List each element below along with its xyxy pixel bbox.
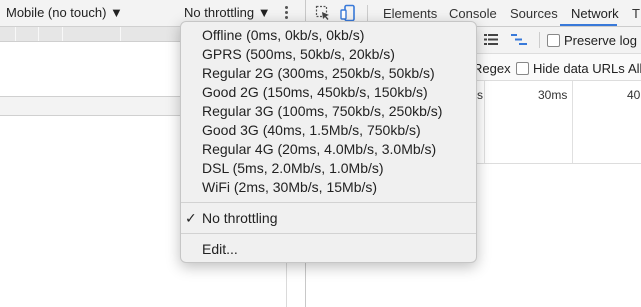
- tab-more[interactable]: T: [632, 6, 640, 21]
- tab-sources[interactable]: Sources: [510, 6, 558, 21]
- hide-data-urls-label: Hide data URLs: [533, 61, 625, 76]
- preserve-log-label: Preserve log: [564, 33, 637, 48]
- preserve-log-checkbox[interactable]: Preserve log: [547, 33, 637, 48]
- menu-item-good-3g[interactable]: Good 3G (40ms, 1.5Mb/s, 750kb/s): [181, 121, 476, 140]
- timeline-tick: 40: [627, 88, 641, 102]
- regex-label[interactable]: Regex: [473, 61, 511, 76]
- checkmark-icon: ✓: [185, 210, 197, 226]
- timeline-tick: 30ms: [538, 88, 568, 102]
- menu-item-good-2g[interactable]: Good 2G (150ms, 450kb/s, 150kb/s): [181, 83, 476, 102]
- menu-item-no-throttling[interactable]: ✓ No throttling: [181, 209, 476, 228]
- active-tab-indicator: [560, 24, 617, 26]
- device-select[interactable]: Mobile (no touch) ▼: [6, 5, 123, 20]
- menu-item-regular-4g[interactable]: Regular 4G (20ms, 4.0Mb/s, 3.0Mb/s): [181, 140, 476, 159]
- menu-item-wifi[interactable]: WiFi (2ms, 30Mb/s, 15Mb/s): [181, 178, 476, 197]
- device-toggle-icon[interactable]: [340, 4, 356, 22]
- menu-item-edit[interactable]: Edit...: [181, 240, 476, 259]
- tab-console[interactable]: Console: [449, 6, 497, 21]
- filter-all[interactable]: All: [628, 61, 641, 76]
- kebab-menu-icon[interactable]: [281, 4, 291, 22]
- inspect-element-icon[interactable]: [315, 5, 331, 21]
- menu-separator: [181, 202, 476, 203]
- menu-item-offline[interactable]: Offline (0ms, 0kb/s, 0kb/s): [181, 26, 476, 45]
- tab-separator: [367, 5, 368, 21]
- toolbar-separator: [539, 32, 540, 48]
- tab-network[interactable]: Network: [571, 6, 619, 21]
- hide-data-urls-checkbox[interactable]: Hide data URLs: [516, 61, 625, 76]
- menu-separator: [181, 233, 476, 234]
- preserve-log-box[interactable]: [547, 34, 560, 47]
- throttling-dropdown-menu: Offline (0ms, 0kb/s, 0kb/s) GPRS (500ms,…: [180, 21, 477, 263]
- tab-elements[interactable]: Elements: [383, 6, 437, 21]
- throttling-select[interactable]: No throttling ▼: [184, 5, 271, 20]
- menu-item-gprs[interactable]: GPRS (500ms, 50kb/s, 20kb/s): [181, 45, 476, 64]
- menu-item-dsl[interactable]: DSL (5ms, 2.0Mb/s, 1.0Mb/s): [181, 159, 476, 178]
- waterfall-icon[interactable]: [511, 33, 527, 49]
- timeline-tick: s: [477, 88, 483, 102]
- menu-item-regular-3g[interactable]: Regular 3G (100ms, 750kb/s, 250kb/s): [181, 102, 476, 121]
- hide-data-urls-box[interactable]: [516, 62, 529, 75]
- menu-item-regular-2g[interactable]: Regular 2G (300ms, 250kb/s, 50kb/s): [181, 64, 476, 83]
- list-view-icon[interactable]: [484, 33, 498, 49]
